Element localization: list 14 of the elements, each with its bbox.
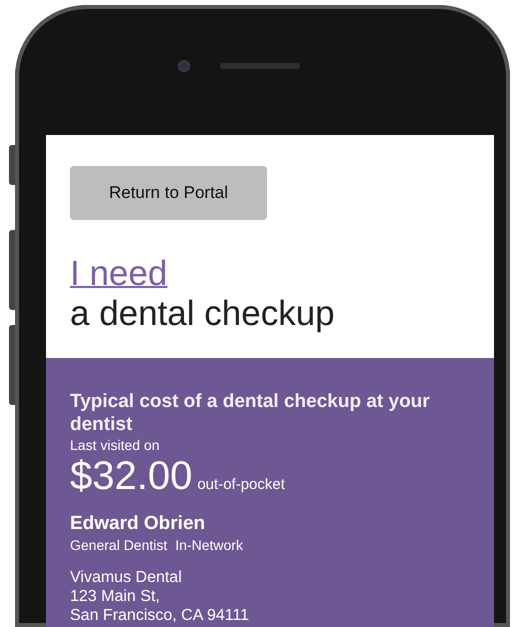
heading-link[interactable]: I need bbox=[70, 254, 168, 294]
practice-name: Vivamus Dental bbox=[70, 568, 183, 587]
dentist-name: Edward Obrien bbox=[70, 512, 206, 536]
address-line: San Francisco, CA 94111 bbox=[70, 606, 250, 625]
last-visited-label: Last visited on bbox=[70, 436, 160, 454]
address-line: 123 Main St, bbox=[70, 587, 161, 606]
heading-text: a dental checkup bbox=[70, 294, 335, 334]
price-amount: $32.00 bbox=[70, 454, 192, 498]
camera-icon bbox=[178, 60, 190, 72]
price-note: out-of-pocket bbox=[197, 476, 285, 493]
return-button[interactable]: Return to Portal bbox=[70, 166, 267, 220]
cost-title: Typical cost of a dental checkup at your dentist bbox=[70, 390, 431, 436]
dentist-specialty: General Dentist bbox=[70, 536, 168, 554]
network-status: In-Network bbox=[175, 536, 243, 554]
